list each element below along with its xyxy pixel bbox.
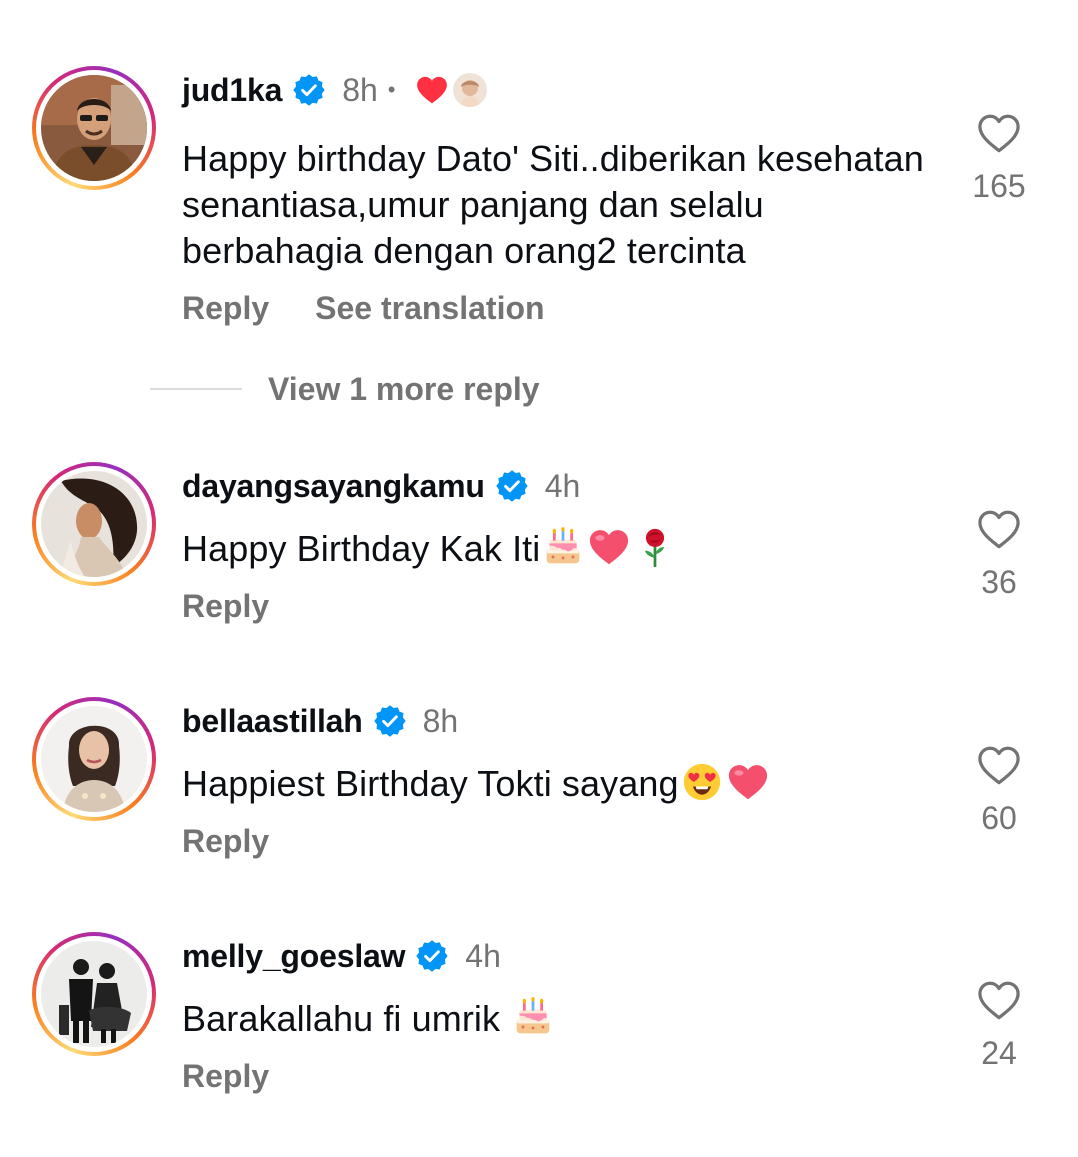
like-count: 24: [981, 1035, 1017, 1071]
pink-heart-emoji: [725, 762, 771, 802]
story-ring[interactable]: [32, 66, 156, 190]
comment-actions: Reply: [182, 1058, 269, 1095]
couple-photo-avatar[interactable]: [41, 941, 147, 1047]
timestamp: 4h: [544, 467, 581, 504]
heart-outline-icon[interactable]: [976, 112, 1022, 154]
comment-actions: Reply: [182, 588, 269, 625]
username[interactable]: dayangsayangkamu: [182, 468, 485, 505]
reply-button[interactable]: Reply: [182, 823, 269, 860]
comment-text: Happy birthday Dato' Siti..diberikan kes…: [182, 138, 924, 271]
username[interactable]: bellaastillah: [182, 703, 363, 740]
separator-dot: •: [387, 77, 396, 102]
heart-eyes-emoji: [679, 762, 725, 802]
like-count: 36: [981, 564, 1017, 600]
comment-header: bellaastillah 8h: [182, 701, 458, 741]
like-count: 165: [972, 168, 1026, 204]
like-column: 36: [950, 508, 1048, 601]
story-ring[interactable]: [32, 462, 156, 586]
timestamp: 8h: [342, 71, 378, 108]
verified-badge-icon: [292, 73, 326, 107]
view-more-replies-label[interactable]: View 1 more reply: [268, 371, 540, 408]
like-count: 60: [981, 800, 1017, 836]
story-ring[interactable]: [32, 932, 156, 1056]
heart-outline-icon[interactable]: [976, 744, 1022, 786]
username[interactable]: melly_goeslaw: [182, 938, 405, 975]
see-translation-button[interactable]: See translation: [315, 290, 544, 327]
like-column: 24: [950, 979, 1048, 1072]
rose-emoji: [632, 527, 678, 567]
thread-line: [150, 388, 242, 390]
comment-header: melly_goeslaw 4h: [182, 936, 501, 976]
comment-actions: Reply: [182, 823, 269, 860]
reply-button[interactable]: Reply: [182, 588, 269, 625]
birthday-cake-emoji: [540, 527, 586, 567]
story-ring[interactable]: [32, 697, 156, 821]
creator-avatar-icon: [453, 73, 488, 107]
comment-text: Happy Birthday Kak Iti: [182, 526, 942, 572]
comment-header: jud1ka 8h •: [182, 70, 488, 110]
like-column: 165: [950, 112, 1048, 205]
comment-actions: Reply See translation: [182, 290, 545, 327]
verified-badge-icon: [495, 469, 529, 503]
view-more-replies[interactable]: View 1 more reply: [150, 366, 540, 412]
woman-profile-avatar[interactable]: [41, 471, 147, 577]
birthday-cake-emoji: [510, 997, 556, 1037]
timestamp: 8h: [422, 702, 459, 739]
creator-liked-heart-icon: [415, 73, 449, 107]
comment-text: Barakallahu fi umrik: [182, 996, 942, 1042]
reply-button[interactable]: Reply: [182, 1058, 269, 1095]
man-in-jacket-avatar[interactable]: [41, 75, 147, 181]
heart-outline-icon[interactable]: [976, 508, 1022, 550]
timestamp: 4h: [465, 937, 501, 974]
like-column: 60: [950, 744, 1048, 837]
heart-outline-icon[interactable]: [976, 979, 1022, 1021]
username[interactable]: jud1ka: [182, 72, 282, 109]
pink-heart-emoji: [586, 527, 632, 567]
comment-text: Happiest Birthday Tokti sayang: [182, 761, 942, 807]
verified-badge-icon: [415, 939, 449, 973]
reply-button[interactable]: Reply: [182, 290, 269, 327]
verified-badge-icon: [373, 704, 407, 738]
comment-header: dayangsayangkamu 4h: [182, 466, 580, 506]
woman-portrait-avatar[interactable]: [41, 706, 147, 812]
